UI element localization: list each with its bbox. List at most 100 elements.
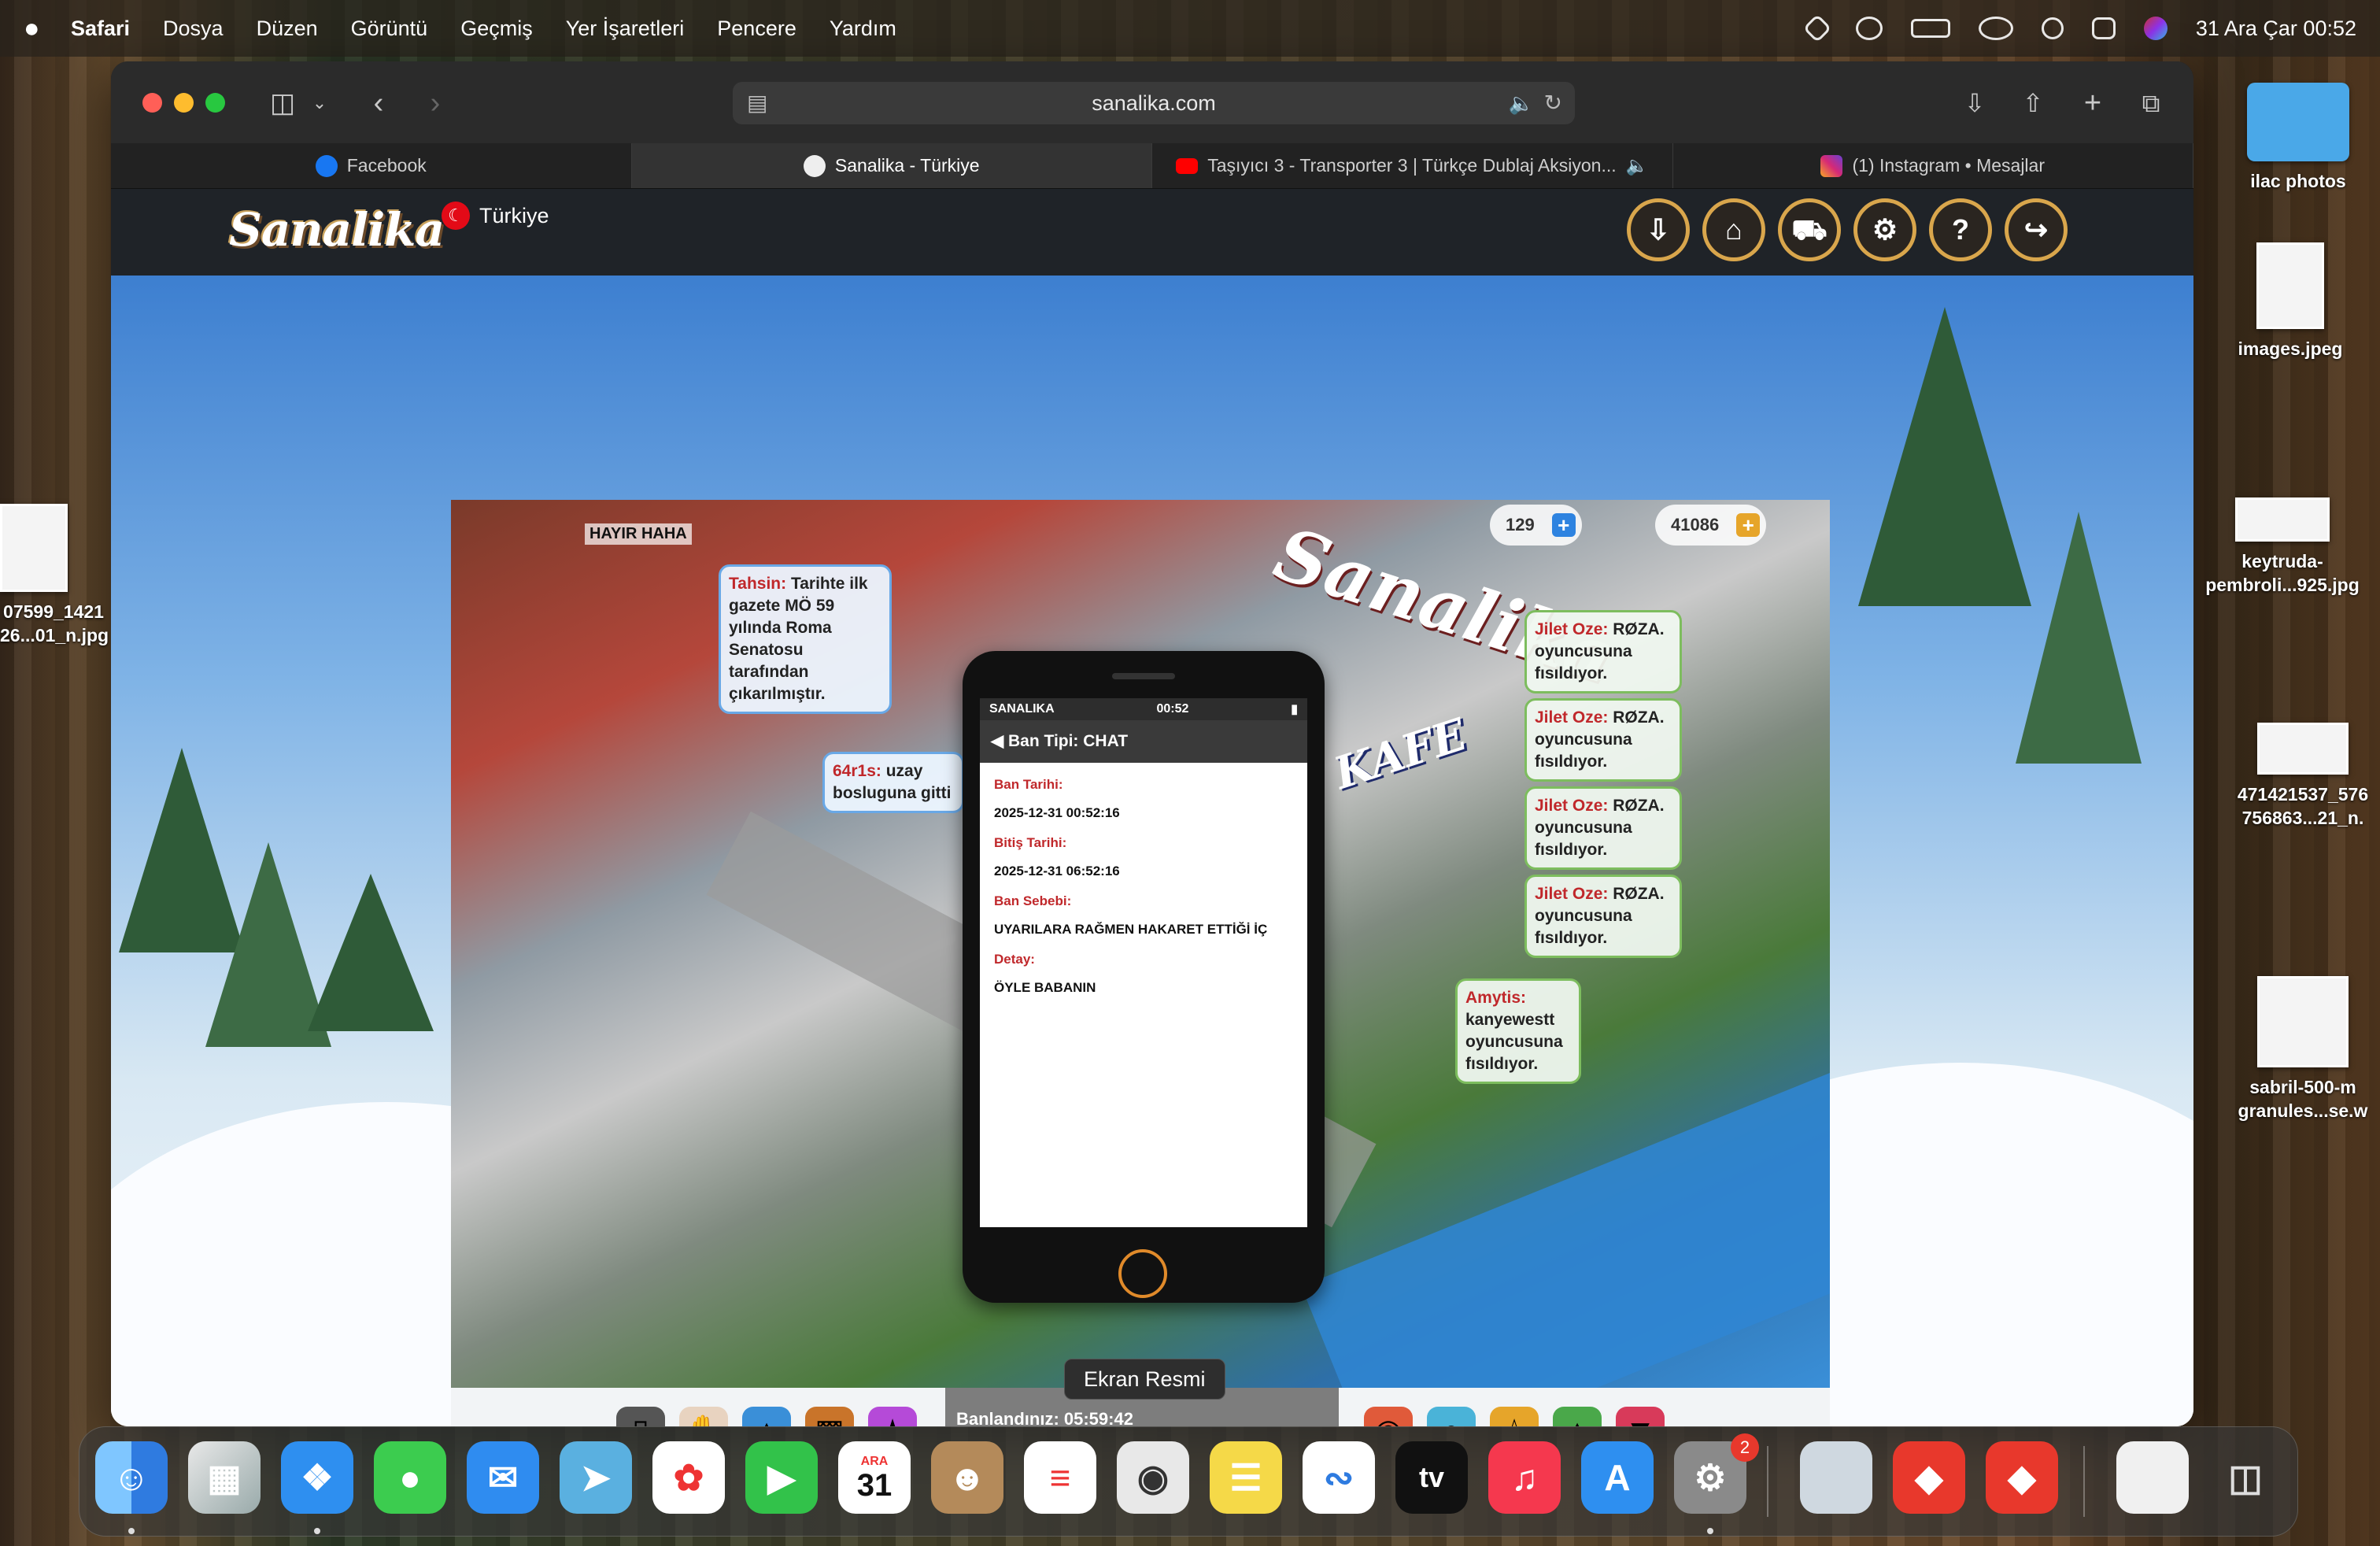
add-diamond-button[interactable]: + xyxy=(1551,513,1576,537)
menu-triangle-icon[interactable]: ▼ xyxy=(1616,1407,1665,1426)
tab-sanalika[interactable]: Sanalika - Türkiye xyxy=(631,143,1152,188)
bag-icon[interactable]: ▩ xyxy=(805,1407,854,1426)
chat-bubble-jilet-3: Jilet Oze: RØZA. oyuncusuna fısıldıyor. xyxy=(1524,786,1682,870)
home-icon[interactable]: ⌂ xyxy=(1702,198,1765,261)
launchpad-icon[interactable]: ▦ xyxy=(188,1441,261,1514)
downloads-icon[interactable]: ⇩ xyxy=(1957,85,1992,121)
site-header: Sanalika ☾ Türkiye ⇩ ⌂ ⛟ ⚙ ? ↪ xyxy=(111,189,2193,276)
tab-instagram[interactable]: (1) Instagram • Mesajlar xyxy=(1673,143,2193,188)
phone-icon[interactable]: ▯ xyxy=(616,1407,665,1426)
apple-tv-icon[interactable]: tv xyxy=(1395,1441,1468,1514)
music-icon[interactable]: ♫ xyxy=(1488,1441,1561,1514)
phone-home-button[interactable] xyxy=(1118,1249,1167,1298)
menu-dosya[interactable]: Dosya xyxy=(163,17,224,41)
island-icon[interactable]: ▲ xyxy=(1553,1407,1602,1426)
back-button[interactable]: ‹ xyxy=(363,85,394,121)
desktop-icon-keytruda[interactable]: keytruda-pembroli...925.jpg xyxy=(2196,497,2369,597)
downloads-stack-icon[interactable] xyxy=(2116,1441,2189,1514)
screenshot-icon[interactable]: ◉ xyxy=(1117,1441,1189,1514)
gear-icon[interactable]: ⚙ xyxy=(1853,198,1916,261)
country-selector[interactable]: ☾ Türkiye xyxy=(442,202,549,230)
dance-icon[interactable]: ★ xyxy=(868,1407,917,1426)
desktop-icon-images[interactable]: images.jpeg xyxy=(2212,242,2369,361)
maps-icon[interactable]: ➤ xyxy=(560,1441,632,1514)
diamond-counter: 129 + xyxy=(1490,505,1582,546)
anydesk-icon[interactable]: ◆ xyxy=(1893,1441,1965,1514)
logout-icon[interactable]: ↪ xyxy=(2005,198,2068,261)
menu-yardim[interactable]: Yardım xyxy=(830,17,896,41)
desktop-icon-471421537[interactable]: 471421537_576 756863...21_n. xyxy=(2232,723,2374,830)
audio-playing-icon[interactable]: 🔈 xyxy=(1509,82,1534,124)
tab-youtube[interactable]: Taşıyıcı 3 - Transporter 3 | Türkçe Dubl… xyxy=(1152,143,1673,188)
tab-overview-icon[interactable]: ⧉ xyxy=(2134,85,2168,121)
menu-duzen[interactable]: Düzen xyxy=(257,17,318,41)
new-tab-icon[interactable]: + xyxy=(2075,85,2110,121)
messages-icon[interactable]: ● xyxy=(374,1441,446,1514)
game-canvas[interactable]: 129 + 41086 + HAYIR HAHA Sanalika KAFE T… xyxy=(451,500,1830,1388)
menu-pencere[interactable]: Pencere xyxy=(717,17,796,41)
gold-count: 41086 xyxy=(1671,515,1720,534)
turkey-flag-icon: ☾ xyxy=(442,202,470,230)
anydesk-icon-2[interactable]: ◆ xyxy=(1986,1441,2058,1514)
chevron-down-icon[interactable]: ⌄ xyxy=(308,85,331,121)
sanalika-logo[interactable]: Sanalika xyxy=(229,203,445,257)
ban-type-header[interactable]: ◀ Ban Tipi: CHAT xyxy=(980,720,1307,763)
dropbox-icon[interactable] xyxy=(1802,13,1832,43)
tab-audio-icon[interactable]: 🔈 xyxy=(1626,155,1649,176)
handshake-icon[interactable]: ✋ xyxy=(679,1407,728,1426)
reload-icon[interactable]: ↻ xyxy=(1544,82,1562,124)
phone-status-bar: SANALIKA 00:52 ▮ xyxy=(980,698,1307,720)
forward-button[interactable]: › xyxy=(419,85,451,121)
safari-icon[interactable]: ❖ xyxy=(281,1441,353,1514)
search-icon[interactable] xyxy=(2041,17,2064,39)
battery-icon[interactable] xyxy=(1910,19,1950,38)
link-icon[interactable] xyxy=(1978,17,2013,40)
trophy-icon[interactable]: ☆ xyxy=(1490,1407,1539,1426)
recent-image-icon[interactable] xyxy=(1800,1441,1872,1514)
apple-menu-icon[interactable]: ● xyxy=(24,13,71,44)
share-icon[interactable]: ⇧ xyxy=(2016,85,2050,121)
siri-icon[interactable] xyxy=(2143,17,2168,40)
cart-icon[interactable]: ⛟ xyxy=(1778,198,1841,261)
facetime-icon[interactable]: ▶ xyxy=(745,1441,818,1514)
desktop-icon-folder[interactable]: ilac photos xyxy=(2227,83,2369,193)
zoom-window-button[interactable] xyxy=(205,93,225,113)
menu-yer-isaretleri[interactable]: Yer İşaretleri xyxy=(566,17,685,41)
chat-icon[interactable]: ◉ xyxy=(1364,1407,1413,1426)
desktop-icon-sabril[interactable]: sabril-500-m granules...se.w xyxy=(2232,976,2374,1123)
gold-counter: 41086 + xyxy=(1655,505,1767,546)
help-icon[interactable]: ? xyxy=(1929,198,1992,261)
phone-screen: SANALIKA 00:52 ▮ ◀ Ban Tipi: CHAT Ban Ta… xyxy=(980,698,1307,1227)
minimize-window-button[interactable] xyxy=(174,93,194,113)
address-bar[interactable]: ▤ sanalika.com 🔈 ↻ xyxy=(733,82,1575,124)
pet-icon[interactable]: ● xyxy=(1427,1407,1476,1426)
browser-toolbar: ◫ ⌄ ‹ › ▤ sanalika.com 🔈 ↻ ⇩ ⇧ + ⧉ xyxy=(111,61,2193,143)
notification-badge: 2 xyxy=(1731,1433,1759,1462)
chat-bubble-64r1s: 64r1s: uzay bosluguna gitti xyxy=(822,752,964,813)
menu-clock[interactable]: 31 Ara Çar 00:52 xyxy=(2196,17,2356,41)
desktop-icon-07599[interactable]: 07599_1421 26...01_n.jpg xyxy=(0,504,109,647)
freeform-icon[interactable]: ∾ xyxy=(1303,1441,1375,1514)
menu-goruntu[interactable]: Görüntü xyxy=(351,17,428,41)
mail-icon[interactable]: ✉ xyxy=(467,1441,539,1514)
calendar-icon[interactable]: ARA 31 xyxy=(838,1441,911,1514)
finder-icon[interactable]: ☺ xyxy=(95,1441,168,1514)
control-center-icon[interactable] xyxy=(2091,17,2116,39)
play-icon[interactable] xyxy=(1855,17,1883,40)
contacts-icon[interactable]: ☻ xyxy=(931,1441,1003,1514)
photos-icon[interactable]: ✿ xyxy=(652,1441,725,1514)
menu-bar: ● Safari Dosya Düzen Görüntü Geçmiş Yer … xyxy=(0,0,2380,57)
close-window-button[interactable] xyxy=(142,93,162,113)
clothes-icon[interactable]: ▲ xyxy=(742,1407,791,1426)
menu-app-name[interactable]: Safari xyxy=(71,17,130,41)
download-icon[interactable]: ⇩ xyxy=(1627,198,1690,261)
menu-gecmis[interactable]: Geçmiş xyxy=(460,17,533,41)
reminders-icon[interactable]: ≡ xyxy=(1024,1441,1096,1514)
notes-icon[interactable]: ☰ xyxy=(1210,1441,1282,1514)
trash-icon[interactable]: ◫ xyxy=(2209,1441,2282,1514)
page-menu-icon[interactable]: ▤ xyxy=(747,82,767,124)
sidebar-icon[interactable]: ◫ xyxy=(265,85,300,121)
add-gold-button[interactable]: + xyxy=(1736,513,1761,537)
tab-facebook[interactable]: Facebook xyxy=(111,143,632,188)
app-store-icon[interactable]: A xyxy=(1581,1441,1654,1514)
